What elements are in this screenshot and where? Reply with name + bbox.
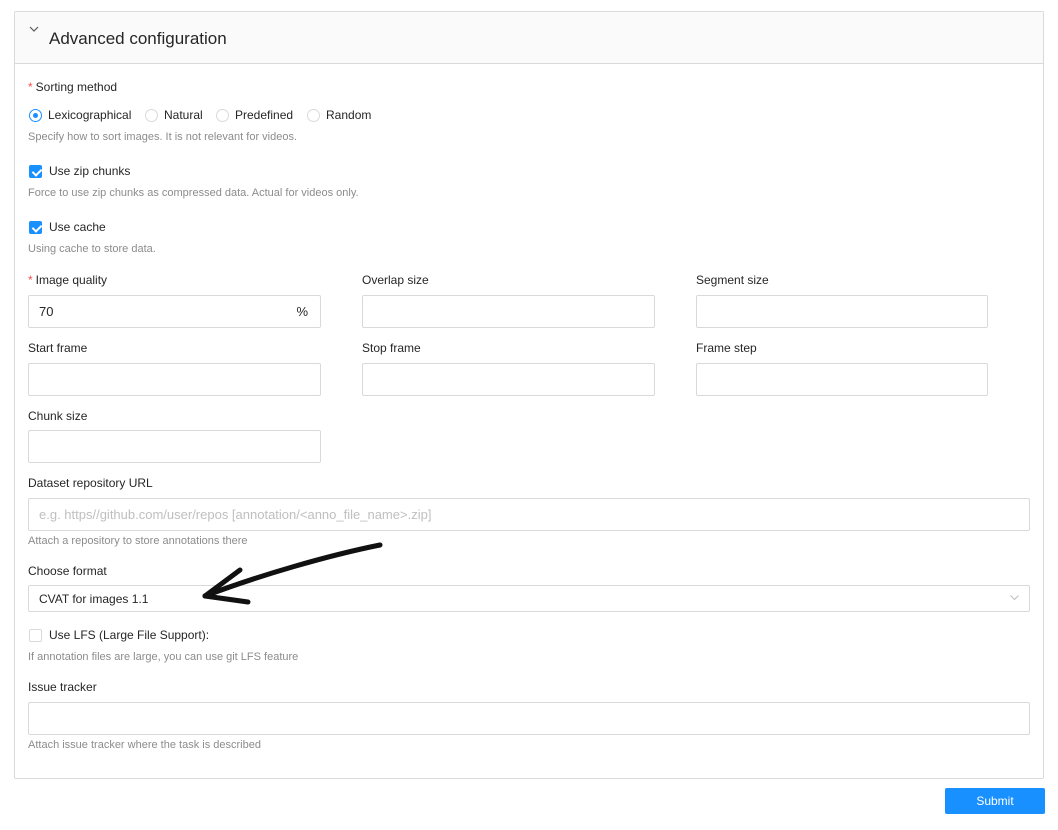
image-quality-label: * Image quality [28, 273, 108, 287]
checkbox[interactable] [29, 164, 42, 178]
issue-tracker-label: Issue tracker [28, 680, 97, 694]
chevron-down-icon[interactable] [29, 26, 39, 34]
lfs-help: If annotation files are large, you can u… [28, 651, 299, 663]
use-zip-chunks-checkbox[interactable]: Use zip chunks [29, 164, 130, 178]
radio-random[interactable]: Random [307, 108, 371, 122]
sorting-help: Specify how to sort images. It is not re… [28, 131, 298, 143]
frame-step-input[interactable] [696, 363, 988, 396]
checkbox-label: Use LFS (Large File Support): [49, 628, 210, 642]
image-quality-input[interactable]: 70 % [28, 295, 321, 328]
submit-button[interactable]: Submit [945, 788, 1045, 814]
radio-button[interactable] [216, 108, 229, 122]
chunk-size-label: Chunk size [28, 409, 88, 423]
panel-title: Advanced configuration [49, 29, 227, 48]
checkbox-label: Use cache [49, 220, 106, 234]
radio-label: Random [326, 108, 372, 122]
use-cache-checkbox[interactable]: Use cache [29, 220, 106, 234]
required-mark: * [28, 273, 33, 287]
repository-url-input[interactable]: e.g. https//github.com/user/repos [annot… [28, 498, 1030, 531]
segment-size-label: Segment size [696, 273, 769, 287]
radio-label: Lexicographical [48, 108, 132, 122]
repository-placeholder: e.g. https//github.com/user/repos [annot… [39, 507, 432, 522]
stop-frame-input[interactable] [362, 363, 655, 396]
start-frame-label: Start frame [28, 341, 88, 355]
checkbox[interactable] [29, 628, 42, 642]
overlap-size-label: Overlap size [362, 273, 429, 287]
format-select[interactable]: CVAT for images 1.1 [28, 585, 1030, 612]
panel-header[interactable]: Advanced configuration [15, 12, 1043, 64]
repository-help: Attach a repository to store annotations… [28, 535, 248, 547]
segment-size-input[interactable] [696, 295, 988, 328]
radio-label: Predefined [235, 108, 294, 122]
stop-frame-label: Stop frame [362, 341, 421, 355]
choose-format-label: Choose format [28, 564, 107, 578]
checkbox-label: Use zip chunks [49, 164, 131, 178]
radio-button[interactable] [145, 108, 158, 122]
format-selected-value: CVAT for images 1.1 [39, 592, 149, 606]
required-mark: * [28, 80, 33, 94]
start-frame-input[interactable] [28, 363, 321, 396]
frame-step-label: Frame step [696, 341, 757, 355]
radio-button[interactable] [307, 108, 320, 122]
radio-lexicographical[interactable]: Lexicographical [29, 108, 131, 122]
issue-tracker-help: Attach issue tracker where the task is d… [28, 739, 261, 751]
sorting-method-label: * Sorting method [28, 80, 118, 94]
radio-label: Natural [164, 108, 203, 122]
percent-suffix: % [296, 304, 308, 319]
issue-tracker-input[interactable] [28, 702, 1030, 735]
radio-natural[interactable]: Natural [145, 108, 203, 122]
cache-help: Using cache to store data. [28, 243, 156, 255]
overlap-size-input[interactable] [362, 295, 655, 328]
repository-label: Dataset repository URL [28, 476, 153, 490]
zip-chunks-help: Force to use zip chunks as compressed da… [28, 187, 359, 199]
use-lfs-checkbox[interactable]: Use LFS (Large File Support): [29, 628, 209, 642]
image-quality-value: 70 [39, 304, 54, 319]
radio-predefined[interactable]: Predefined [216, 108, 293, 122]
chunk-size-input[interactable] [28, 430, 321, 463]
radio-button[interactable] [29, 108, 42, 122]
chevron-down-icon[interactable] [1010, 595, 1019, 601]
checkbox[interactable] [29, 220, 42, 234]
